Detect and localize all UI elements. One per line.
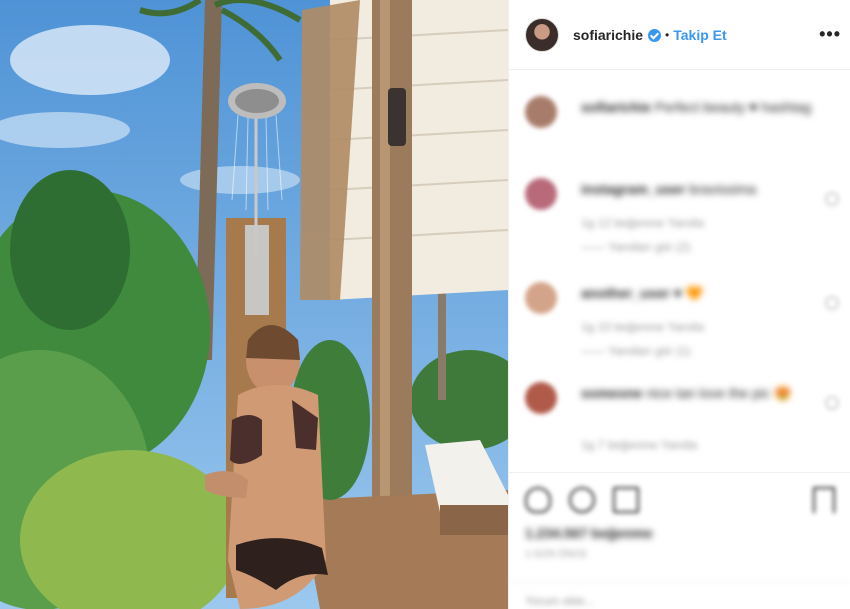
comment-avatar[interactable] <box>525 178 557 210</box>
comment-text: someone nice tan love the pic 😍 <box>581 384 821 402</box>
comment-body: ♥ 🧡 <box>673 285 704 301</box>
beach-shower-photo <box>0 0 508 609</box>
add-comment-input[interactable]: Yorum ekle... <box>509 581 850 609</box>
verified-badge-icon <box>648 29 662 42</box>
comment-user[interactable]: sofiarichie <box>581 99 651 115</box>
comment-meta[interactable]: 1g 12 beğenme Yanıtla <box>581 216 704 230</box>
view-replies-link[interactable]: —— Yanıtları gör (1) <box>581 344 691 358</box>
share-icon[interactable] <box>613 487 639 513</box>
comment-avatar[interactable] <box>525 282 557 314</box>
comment-text: instagram_user bravissima <box>581 180 821 198</box>
post-photo[interactable] <box>0 0 508 609</box>
post-actions: 1.234.567 beğenme 1 GÜN ÖNCE Yorum ekle.… <box>509 472 850 609</box>
like-icon[interactable] <box>525 487 551 513</box>
separator-dot: • <box>665 27 670 42</box>
comment-text: sofiarichie Perfect beauty ♥ hashtag <box>581 98 821 116</box>
post-timestamp: 1 GÜN ÖNCE <box>525 549 588 560</box>
comments-list: sofiarichie Perfect beauty ♥ hashtag ins… <box>509 72 850 472</box>
comment-body: nice tan love the pic 😍 <box>646 385 792 401</box>
comment-meta[interactable]: 1g 7 beğenme Yanıtla <box>581 438 697 452</box>
bookmark-icon[interactable] <box>813 487 835 513</box>
instagram-post: sofiarichie • Takip Et ••• sofiarichie P… <box>0 0 850 609</box>
likes-count[interactable]: 1.234.567 beğenme <box>525 525 653 541</box>
post-sidebar: sofiarichie • Takip Et ••• sofiarichie P… <box>508 0 850 609</box>
user-avatar[interactable] <box>525 17 559 52</box>
view-replies-link[interactable]: —— Yanıtları gör (2) <box>581 240 691 254</box>
username-link[interactable]: sofiarichie <box>573 27 643 43</box>
comment-text: another_user ♥ 🧡 <box>581 284 821 302</box>
comment-body: Perfect beauty ♥ hashtag <box>654 99 812 115</box>
comment-user[interactable]: instagram_user <box>581 181 685 197</box>
comment-user[interactable]: someone <box>581 385 642 401</box>
comment-avatar[interactable] <box>525 96 557 128</box>
comment-user[interactable]: another_user <box>581 285 670 301</box>
comment-like-icon[interactable] <box>825 296 839 310</box>
action-icons <box>525 483 835 517</box>
comment-meta[interactable]: 1g 10 beğenme Yanıtla <box>581 320 704 334</box>
follow-button[interactable]: Takip Et <box>673 27 726 43</box>
comment-like-icon[interactable] <box>825 192 839 206</box>
more-options-icon[interactable]: ••• <box>819 24 841 45</box>
comment-like-icon[interactable] <box>825 396 839 410</box>
comment-avatar[interactable] <box>525 382 557 414</box>
comment-icon[interactable] <box>569 487 595 513</box>
post-header: sofiarichie • Takip Et ••• <box>509 0 850 70</box>
comment-body: bravissima <box>689 181 757 197</box>
